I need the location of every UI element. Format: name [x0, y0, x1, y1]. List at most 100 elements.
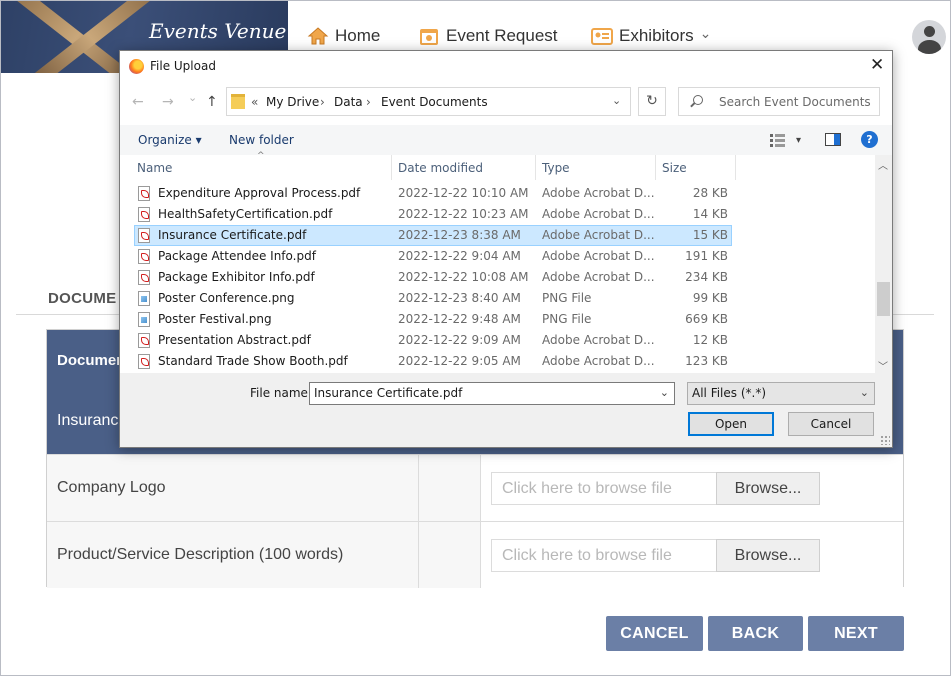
column-header-name[interactable]: Name	[137, 161, 172, 175]
file-row[interactable]: Standard Trade Show Booth.pdf 2022-12-22…	[134, 351, 732, 372]
column-header-type[interactable]: Type	[542, 161, 570, 175]
file-name: Expenditure Approval Process.pdf	[158, 186, 361, 200]
next-button[interactable]: NEXT	[808, 616, 904, 651]
search-icon	[693, 95, 703, 105]
breadcrumb-my-drive[interactable]: My Drive	[266, 95, 319, 109]
file-row-selected[interactable]: Insurance Certificate.pdf 2022-12-23 8:3…	[134, 225, 732, 246]
file-upload-dialog: File Upload ✕ ← → ⌄ ↑ « My Drive › Data …	[119, 50, 893, 448]
row-status-cell	[419, 455, 481, 521]
row-upload-cell: Click here to browse file Browse...	[481, 455, 903, 521]
chevron-down-icon: ⌄	[699, 24, 712, 41]
file-type: Adobe Acrobat D...	[542, 354, 655, 368]
file-size: 669 KB	[685, 312, 728, 326]
pdf-file-icon	[138, 207, 150, 222]
file-size: 15 KB	[692, 228, 728, 242]
file-type: Adobe Acrobat D...	[542, 270, 655, 284]
file-row[interactable]: Poster Conference.png 2022-12-23 8:40 AM…	[134, 288, 732, 309]
file-name: Package Exhibitor Info.pdf	[158, 270, 315, 284]
column-divider[interactable]	[535, 155, 536, 180]
up-arrow-icon[interactable]: ↑	[206, 94, 218, 110]
home-icon	[307, 27, 329, 45]
file-name: HealthSafetyCertification.pdf	[158, 207, 333, 221]
company-logo-file-input[interactable]: Click here to browse file	[491, 472, 717, 505]
user-avatar[interactable]	[912, 20, 946, 54]
chevron-down-icon[interactable]: ⌄	[612, 94, 621, 107]
dialog-cancel-button[interactable]: Cancel	[788, 412, 874, 436]
dialog-titlebar[interactable]: File Upload ✕	[120, 51, 892, 81]
logo-text: Events Venue	[149, 19, 287, 43]
row-label-cell: Product/Service Description (100 words)	[47, 522, 419, 588]
section-title: DOCUME	[48, 290, 117, 307]
refresh-icon[interactable]: ↻	[638, 87, 666, 116]
file-row[interactable]: Package Attendee Info.pdf 2022-12-22 9:0…	[134, 246, 732, 267]
open-button[interactable]: Open	[688, 412, 774, 436]
file-name: Poster Conference.png	[158, 291, 295, 305]
recent-locations-icon[interactable]: ⌄	[188, 91, 197, 104]
file-size: 28 KB	[692, 186, 728, 200]
file-list: ^ Name Date modified Type Size Expenditu…	[120, 151, 892, 373]
pdf-file-icon	[138, 333, 150, 348]
file-type-select[interactable]: All Files (*.*) ⌄	[687, 382, 875, 405]
cancel-button[interactable]: CANCEL	[606, 616, 703, 651]
file-row[interactable]: Presentation Abstract.pdf 2022-12-22 9:0…	[134, 330, 732, 351]
breadcrumb-data[interactable]: Data	[334, 95, 363, 109]
scroll-up-icon[interactable]: ︿	[878, 157, 888, 172]
close-icon[interactable]: ✕	[870, 55, 884, 75]
scrollbar-thumb[interactable]	[877, 282, 890, 316]
pdf-file-icon	[138, 249, 150, 264]
file-date: 2022-12-22 9:09 AM	[398, 333, 521, 347]
resize-grip-icon[interactable]	[880, 435, 890, 445]
scroll-down-icon[interactable]: ﹀	[878, 358, 888, 373]
file-size: 123 KB	[685, 354, 728, 368]
file-size: 12 KB	[692, 333, 728, 347]
view-options-icon[interactable]	[770, 133, 786, 147]
file-row[interactable]: Poster Festival.png 2022-12-22 9:48 AM P…	[134, 309, 732, 330]
file-date: 2022-12-22 9:05 AM	[398, 354, 521, 368]
back-button[interactable]: BACK	[708, 616, 803, 651]
table-row: Product/Service Description (100 words) …	[47, 521, 903, 588]
breadcrumb-event-documents[interactable]: Event Documents	[381, 95, 488, 109]
back-arrow-icon[interactable]: ←	[132, 94, 144, 110]
description-browse-button[interactable]: Browse...	[716, 539, 820, 572]
file-type: PNG File	[542, 291, 592, 305]
file-date: 2022-12-22 9:04 AM	[398, 249, 521, 263]
file-row[interactable]: Package Exhibitor Info.pdf 2022-12-22 10…	[134, 267, 732, 288]
nav-event-request[interactable]: Event Request	[418, 22, 558, 50]
company-logo-browse-button[interactable]: Browse...	[716, 472, 820, 505]
chevron-down-icon: ⌄	[859, 386, 869, 399]
breadcrumb-overflow[interactable]: «	[251, 95, 258, 109]
breadcrumb-separator: ›	[366, 95, 371, 109]
file-date: 2022-12-22 10:23 AM	[398, 207, 529, 221]
help-icon[interactable]: ?	[861, 131, 878, 148]
file-row[interactable]: HealthSafetyCertification.pdf 2022-12-22…	[134, 204, 732, 225]
description-file-input[interactable]: Click here to browse file	[491, 539, 717, 572]
forward-arrow-icon[interactable]: →	[162, 94, 174, 110]
view-options-caret-icon[interactable]: ▾	[796, 135, 801, 146]
nav-exhibitors[interactable]: Exhibitors ⌄	[591, 22, 711, 50]
png-file-icon	[138, 312, 150, 327]
file-name: Poster Festival.png	[158, 312, 272, 326]
new-folder-button[interactable]: New folder	[229, 133, 294, 147]
column-header-size[interactable]: Size	[662, 161, 687, 175]
folder-icon	[231, 94, 245, 109]
file-name-label: File name:	[250, 386, 312, 400]
column-divider[interactable]	[735, 155, 736, 180]
vertical-scrollbar[interactable]: ︿ ﹀	[875, 155, 892, 373]
preview-pane-icon[interactable]	[825, 133, 841, 146]
column-divider[interactable]	[655, 155, 656, 180]
table-header-label: Documen	[57, 352, 126, 369]
organize-menu[interactable]: Organize ▾	[138, 133, 202, 147]
address-bar[interactable]: « My Drive › Data › Event Documents ⌄	[226, 87, 631, 116]
search-input[interactable]: Search Event Documents	[678, 87, 880, 116]
column-header-date[interactable]: Date modified	[398, 161, 483, 175]
nav-home[interactable]: Home	[307, 22, 380, 50]
png-file-icon	[138, 291, 150, 306]
row-status-cell	[419, 522, 481, 588]
file-row[interactable]: Expenditure Approval Process.pdf 2022-12…	[134, 183, 732, 204]
chevron-down-icon[interactable]: ⌄	[660, 386, 669, 399]
file-name-input[interactable]: Insurance Certificate.pdf ⌄	[309, 382, 675, 405]
calendar-icon	[420, 29, 438, 45]
column-divider[interactable]	[391, 155, 392, 180]
pdf-file-icon	[138, 186, 150, 201]
pdf-file-icon	[138, 270, 150, 285]
